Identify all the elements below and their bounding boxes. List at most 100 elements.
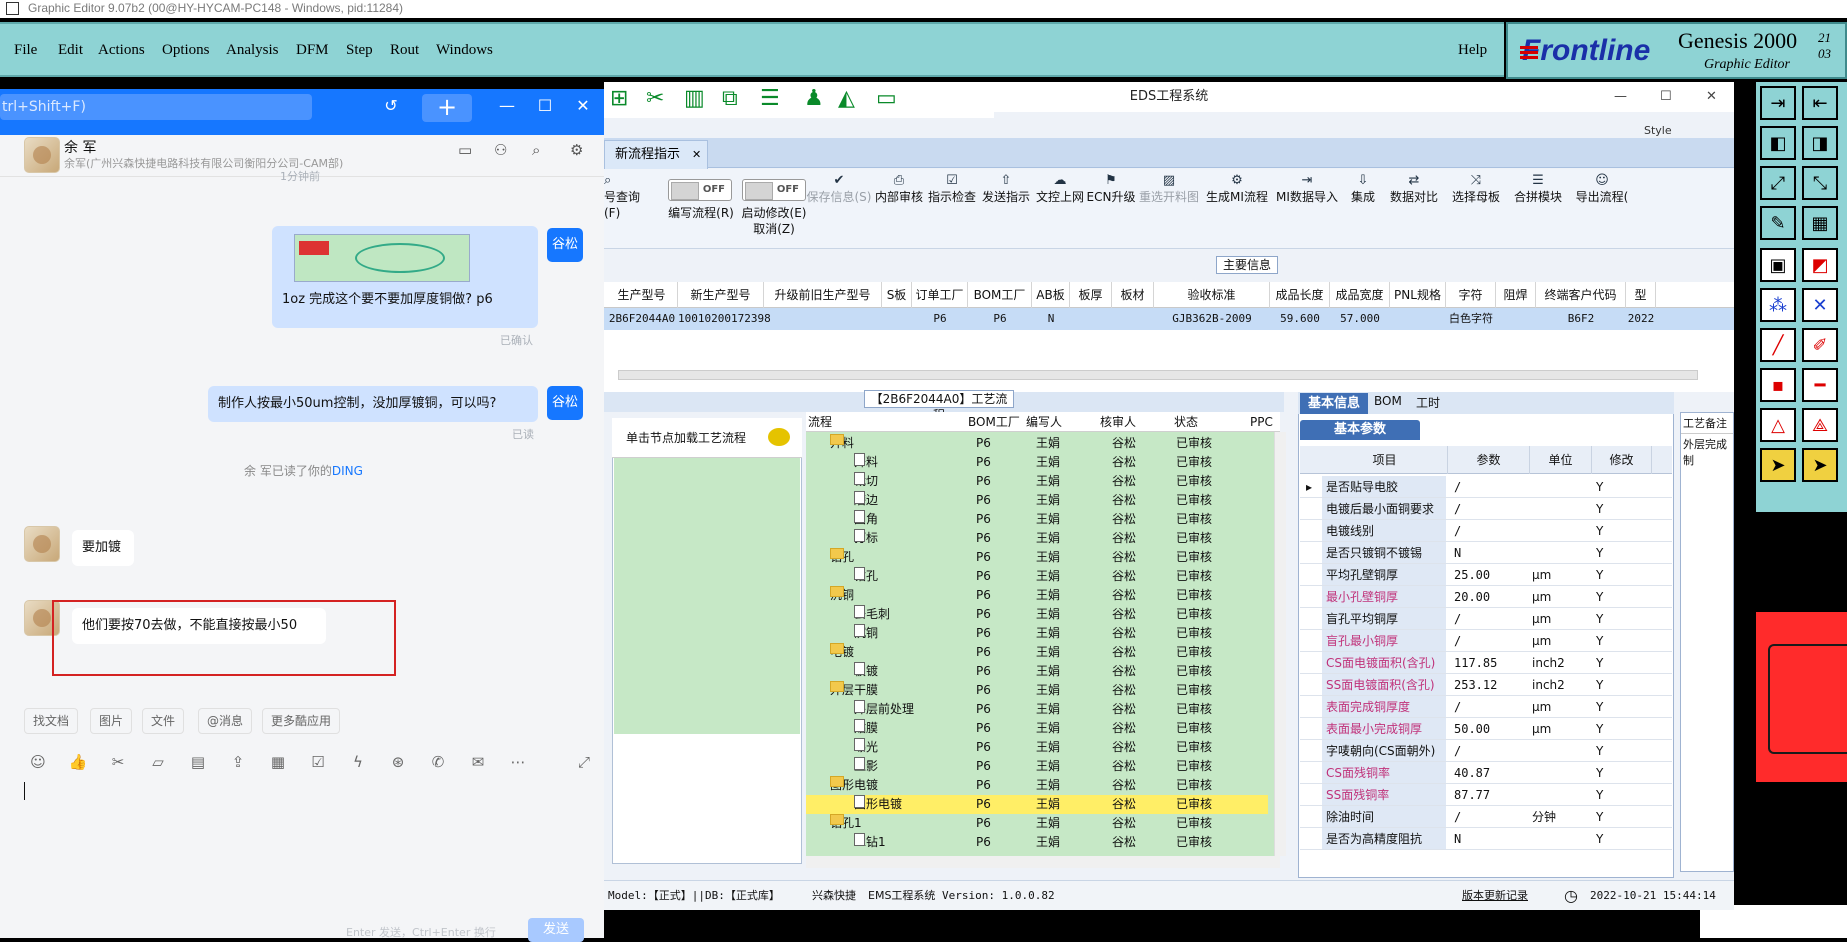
tool-next-icon[interactable]: ◨	[1802, 126, 1838, 160]
param-row[interactable]: 平均孔壁铜厚 25.00 μm Y	[1300, 564, 1672, 586]
message-input-footer[interactable]: Enter 发送，Ctrl+Enter 换行 发送	[0, 900, 604, 942]
col-s-board[interactable]: S板	[882, 282, 912, 308]
tree-row[interactable]: 显影 P6 王娟 谷松 已审核	[806, 757, 1268, 776]
param-row[interactable]: 最小孔壁铜厚 20.00 μm Y	[1300, 586, 1672, 608]
file-button[interactable]: 文件	[142, 708, 185, 734]
param-row[interactable]: SS面电镀面积(含孔) 253.12 inch2 Y	[1300, 674, 1672, 696]
col-mod[interactable]: 修改	[1592, 446, 1652, 474]
tree-row[interactable]: 贴膜 P6 王娟 谷松 已审核	[806, 719, 1268, 738]
process-memo[interactable]: 工艺备注 外层完成制	[1680, 412, 1734, 872]
param-row[interactable]: SS面残铜率 87.77 Y	[1300, 784, 1672, 806]
param-row[interactable]: ▸ 是否贴导电胶 / Y	[1300, 476, 1672, 498]
tree-row[interactable]: 圆角 P6 王娟 谷松 已审核	[806, 510, 1268, 529]
col-ab-board[interactable]: AB板	[1032, 282, 1070, 308]
tree-row[interactable]: 外层前处理 P6 王娟 谷松 已审核	[806, 700, 1268, 719]
slash-icon[interactable]: ▱	[148, 752, 168, 772]
tree-row[interactable]: 电镀 P6 王娟 谷松 已审核	[806, 643, 1268, 662]
ecn-upgrade-button[interactable]: ⚑ ECN升级	[1086, 173, 1136, 205]
param-row[interactable]: 表面最小完成铜厚 50.00 μm Y	[1300, 718, 1672, 740]
tree-row[interactable]: 曝光 P6 王娟 谷松 已审核	[806, 738, 1268, 757]
scissors-icon[interactable]: ✂	[108, 752, 128, 772]
merge-module-button[interactable]: ☰ 合拼模块	[1508, 173, 1568, 205]
menu-analysis[interactable]: Analysis	[226, 42, 279, 59]
find-doc-button[interactable]: 找文档	[24, 708, 79, 734]
zoom-icon[interactable]: ⊞	[610, 86, 628, 111]
tree-row[interactable]: 打标 P6 王娟 谷松 已审核	[806, 529, 1268, 548]
tool-dash-icon[interactable]: ━	[1802, 368, 1838, 402]
phone-icon[interactable]: ✆	[428, 752, 448, 772]
avatar[interactable]	[24, 526, 60, 562]
settings-icon[interactable]: ⚙	[570, 141, 583, 159]
menu-windows[interactable]: Windows	[436, 42, 493, 59]
tree-row[interactable]: 沉铜 P6 王娟 谷松 已审核	[806, 586, 1268, 605]
param-row[interactable]: 电镀后最小面铜要求 / Y	[1300, 498, 1672, 520]
message-image[interactable]	[294, 234, 470, 282]
export-flow-button[interactable]: ☺ 导出流程(	[1570, 173, 1634, 205]
param-row[interactable]: 盲孔平均铜厚 / μm Y	[1300, 608, 1672, 630]
col-flow[interactable]: 流程	[806, 412, 832, 432]
menu-edit[interactable]: Edit	[58, 42, 83, 59]
cancel-label[interactable]: 取消(Z)	[732, 221, 816, 237]
scissors-icon[interactable]: ✂	[646, 86, 664, 111]
col-status[interactable]: 状态	[1172, 412, 1198, 432]
data-compare-button[interactable]: ⇄ 数据对比	[1384, 173, 1444, 205]
tree-row[interactable]: 去毛刺 P6 王娟 谷松 已审核	[806, 605, 1268, 624]
tab-new-flow[interactable]: 新流程指示 ✕	[604, 140, 708, 169]
tree-row[interactable]: 钻孔 P6 王娟 谷松 已审核	[806, 548, 1268, 567]
task-icon[interactable]: ☑	[308, 752, 328, 772]
search-input[interactable]: trl+Shift+F)	[0, 94, 312, 120]
tool-pointer-alt-icon[interactable]: ➤	[1802, 448, 1838, 482]
param-row[interactable]: 表面完成铜厚度 / μm Y	[1300, 696, 1672, 718]
history-icon[interactable]: ↺	[380, 96, 402, 116]
copy-icon[interactable]: ⧉	[722, 86, 738, 111]
tool-triangle-icon[interactable]: △	[1760, 408, 1796, 442]
tree-row[interactable]: 开料 P6 王娟 谷松 已审核	[806, 453, 1268, 472]
menu-rout[interactable]: Rout	[390, 42, 419, 59]
col-bom[interactable]: BOM工厂	[966, 412, 1020, 432]
tree-row[interactable]: 二钻1 P6 王娟 谷松 已审核	[806, 833, 1268, 852]
col-customer[interactable]: 终端客户代码	[1536, 282, 1626, 308]
param-row[interactable]: CS面电镀面积(含孔) 117.85 inch2 Y	[1300, 652, 1672, 674]
tree-row[interactable]: 开料 P6 王娟 谷松 已审核	[806, 434, 1268, 453]
lightning-icon[interactable]: ϟ	[348, 752, 368, 772]
like-icon[interactable]: 👍	[68, 752, 88, 772]
tool-cross-icon[interactable]: ✕	[1802, 288, 1838, 322]
ding-link[interactable]: DING	[332, 464, 363, 478]
param-row[interactable]: 是否为高精度阻抗 N Y	[1300, 828, 1672, 850]
col-new-model[interactable]: 新生产型号	[678, 282, 764, 308]
eds-maximize-icon[interactable]: ☐	[1660, 82, 1672, 112]
avatar[interactable]	[24, 137, 60, 173]
link-icon[interactable]: ⊛	[388, 752, 408, 772]
tree-row[interactable]: 沉铜 P6 王娟 谷松 已审核	[806, 624, 1268, 643]
col-bom-factory[interactable]: BOM工厂	[968, 282, 1032, 308]
col-thickness[interactable]: 板厚	[1070, 282, 1112, 308]
tree-row[interactable]: 图形电镀 P6 王娟 谷松 已审核	[806, 776, 1268, 795]
tool-zoom-icon[interactable]: ⤡	[1802, 166, 1838, 200]
col-param[interactable]: 参数	[1448, 446, 1530, 474]
param-row[interactable]: 盲孔最小铜厚 / μm Y	[1300, 630, 1672, 652]
user-icon[interactable]: ♟	[804, 86, 824, 111]
tool-save-icon[interactable]: ⇤	[1802, 86, 1838, 120]
col-item[interactable]: 项目	[1322, 446, 1448, 474]
search-history-icon[interactable]: ⌕	[532, 141, 540, 159]
tool-shape-icon[interactable]: ◩	[1802, 248, 1838, 282]
calendar-icon[interactable]: ▦	[268, 752, 288, 772]
tool-pen-icon[interactable]: ✐	[1802, 328, 1838, 362]
folder-icon[interactable]: ▭	[458, 141, 472, 159]
integrate-button[interactable]: ⇩ 集成	[1342, 173, 1384, 205]
internal-audit-button[interactable]: ⎙ 内部审核	[874, 173, 924, 205]
add-member-icon[interactable]: ⚇	[494, 141, 507, 159]
param-row[interactable]: 字唛朝向(CS面朝外) / Y	[1300, 740, 1672, 762]
menu-options[interactable]: Options	[162, 42, 210, 59]
maximize-icon[interactable]: ☐	[534, 96, 556, 116]
col-acceptance[interactable]: 验收标准	[1154, 282, 1270, 308]
grid-hscroll[interactable]	[618, 370, 1698, 380]
tree-vscroll[interactable]	[1274, 432, 1286, 856]
tab-hours[interactable]: 工时	[1416, 394, 1440, 411]
col-writer[interactable]: 编写人	[1024, 412, 1062, 432]
col-reviewer[interactable]: 核审人	[1098, 412, 1136, 432]
style-label[interactable]: Style	[1644, 124, 1672, 137]
tab-bom[interactable]: BOM	[1374, 394, 1402, 408]
menu-file[interactable]: File	[14, 42, 37, 59]
doc-upload-button[interactable]: ☁ 文控上网	[1034, 173, 1086, 205]
